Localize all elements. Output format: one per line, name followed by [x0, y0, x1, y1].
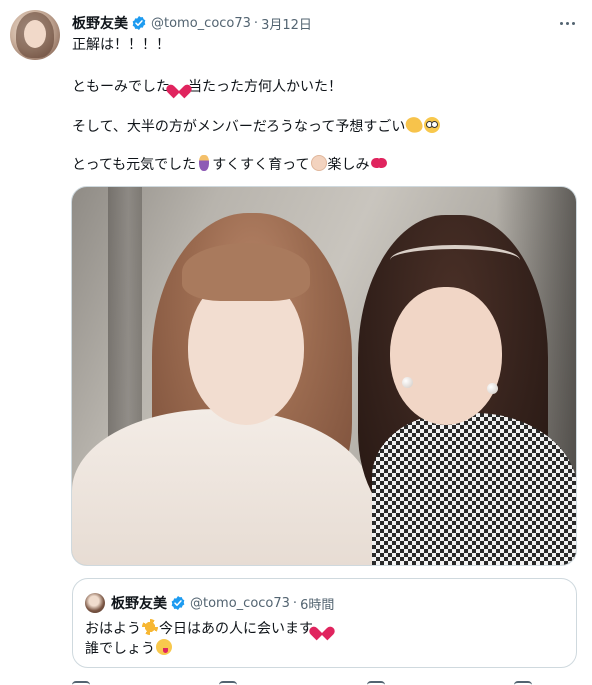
- quoted-display-name: 板野友美: [111, 596, 167, 612]
- tweet-text: 正解は！！！！: [72, 37, 170, 53]
- baby-icon: [310, 155, 327, 171]
- quoted-text: おはよう: [85, 621, 141, 637]
- quoted-handle: @tomo_coco73: [190, 595, 290, 611]
- person-right-headband: [390, 245, 520, 275]
- quoted-text: 今日はあの人に会います: [159, 621, 313, 637]
- quoted-text-line-1: おはよう 今日はあの人に会います: [85, 619, 331, 639]
- tweet-text: そして、大半の方がメンバーだろうなって予想すごい: [72, 119, 406, 135]
- tweet: 板野友美 @tomo_coco73 · 3月12日 正解は！！！！ ともーみでし…: [0, 0, 592, 685]
- pearl-earring: [402, 377, 413, 388]
- quoted-avatar: [85, 593, 105, 613]
- tweet-text-line-1: 正解は！！！！: [72, 35, 170, 55]
- avatar-face: [24, 20, 46, 48]
- flushed-face-icon: [424, 117, 441, 133]
- retweet-icon[interactable]: [219, 681, 238, 685]
- pregnant-woman-icon: [199, 155, 210, 171]
- tweet-date[interactable]: 3月12日: [261, 14, 312, 33]
- more-options-icon[interactable]: [556, 12, 578, 34]
- tweet-text-line-3: そして、大半の方がメンバーだろうなって予想すごい: [72, 114, 441, 137]
- tweet-text-line-2: ともーみでした 当たった方何人かいた！: [72, 77, 342, 97]
- tweet-text: 当たった方何人かいた！: [188, 79, 342, 95]
- verified-badge-icon: [132, 16, 146, 30]
- yum-face-icon: [156, 639, 172, 655]
- tweet-text: すくすく育って: [212, 157, 310, 173]
- clapping-hands-icon: [404, 114, 425, 136]
- avatar[interactable]: [10, 10, 60, 60]
- tweet-text: 楽しみ: [327, 157, 370, 173]
- quoted-time: 6時間: [300, 597, 335, 613]
- heart-icon: [314, 619, 330, 635]
- quoted-tweet[interactable]: 板野友美 @tomo_coco73 · 6時間 おはよう 今日はあの人に会います …: [72, 578, 577, 668]
- person-right-face: [390, 287, 502, 425]
- quoted-header: 板野友美 @tomo_coco73 · 6時間: [111, 593, 334, 613]
- quoted-text-line-2: 誰でしょう: [85, 639, 173, 659]
- pearl-earring: [487, 383, 498, 394]
- person-right-checked-top: [372, 413, 576, 565]
- separator-dot: ·: [253, 15, 259, 31]
- heart-icon: [171, 77, 187, 93]
- tweet-photo[interactable]: [71, 186, 577, 566]
- tweet-text-line-4: とっても元気でした すくすく育って 楽しみ: [72, 155, 388, 175]
- display-name[interactable]: 板野友美: [72, 13, 128, 33]
- handle[interactable]: @tomo_coco73: [151, 16, 251, 31]
- ribbon-icon: [371, 155, 387, 171]
- reply-icon[interactable]: [72, 681, 90, 685]
- verified-badge-icon: [171, 596, 185, 610]
- action-bar-partial: [72, 681, 532, 685]
- tweet-text: ともーみでした: [72, 79, 170, 95]
- separator-dot: ·: [292, 595, 298, 611]
- tweet-header: 板野友美 @tomo_coco73 · 3月12日: [72, 13, 312, 33]
- share-icon[interactable]: [513, 681, 532, 685]
- like-icon[interactable]: [366, 681, 385, 685]
- sun-icon: [142, 619, 158, 635]
- quoted-text: 誰でしょう: [85, 641, 155, 657]
- tweet-text: とっても元気でした: [72, 157, 197, 173]
- person-left-bangs: [182, 243, 310, 301]
